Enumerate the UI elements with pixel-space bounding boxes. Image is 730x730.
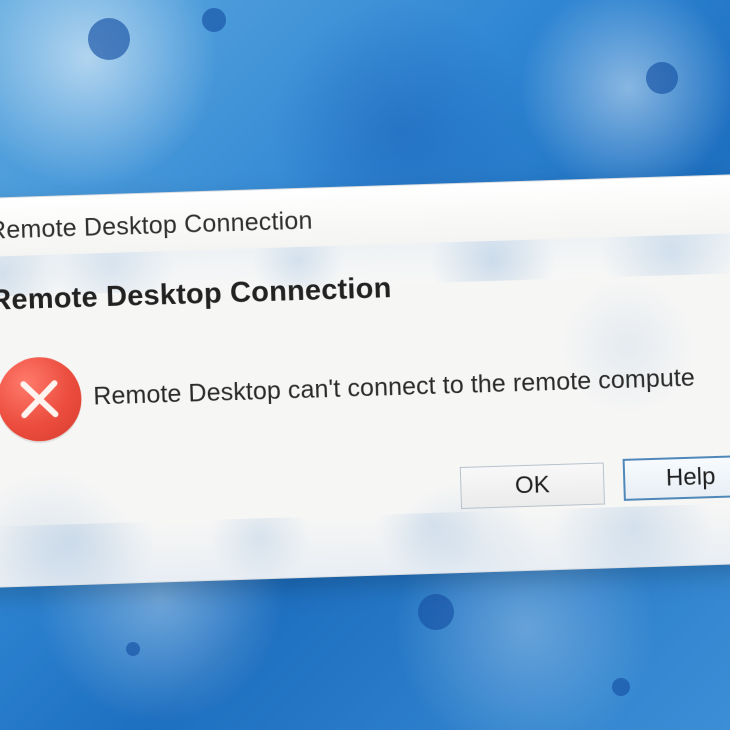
ok-button-label: OK xyxy=(514,471,551,500)
window-title: Remote Desktop Connection xyxy=(0,206,313,245)
help-button-label: Help xyxy=(665,463,716,492)
ok-button[interactable]: OK xyxy=(459,462,605,510)
dialog-window: Remote Desktop Connection Remote Desktop… xyxy=(0,173,730,589)
help-button[interactable]: Help xyxy=(622,454,730,501)
dialog-panel: Remote Desktop Connection Remote Desktop… xyxy=(0,173,730,589)
